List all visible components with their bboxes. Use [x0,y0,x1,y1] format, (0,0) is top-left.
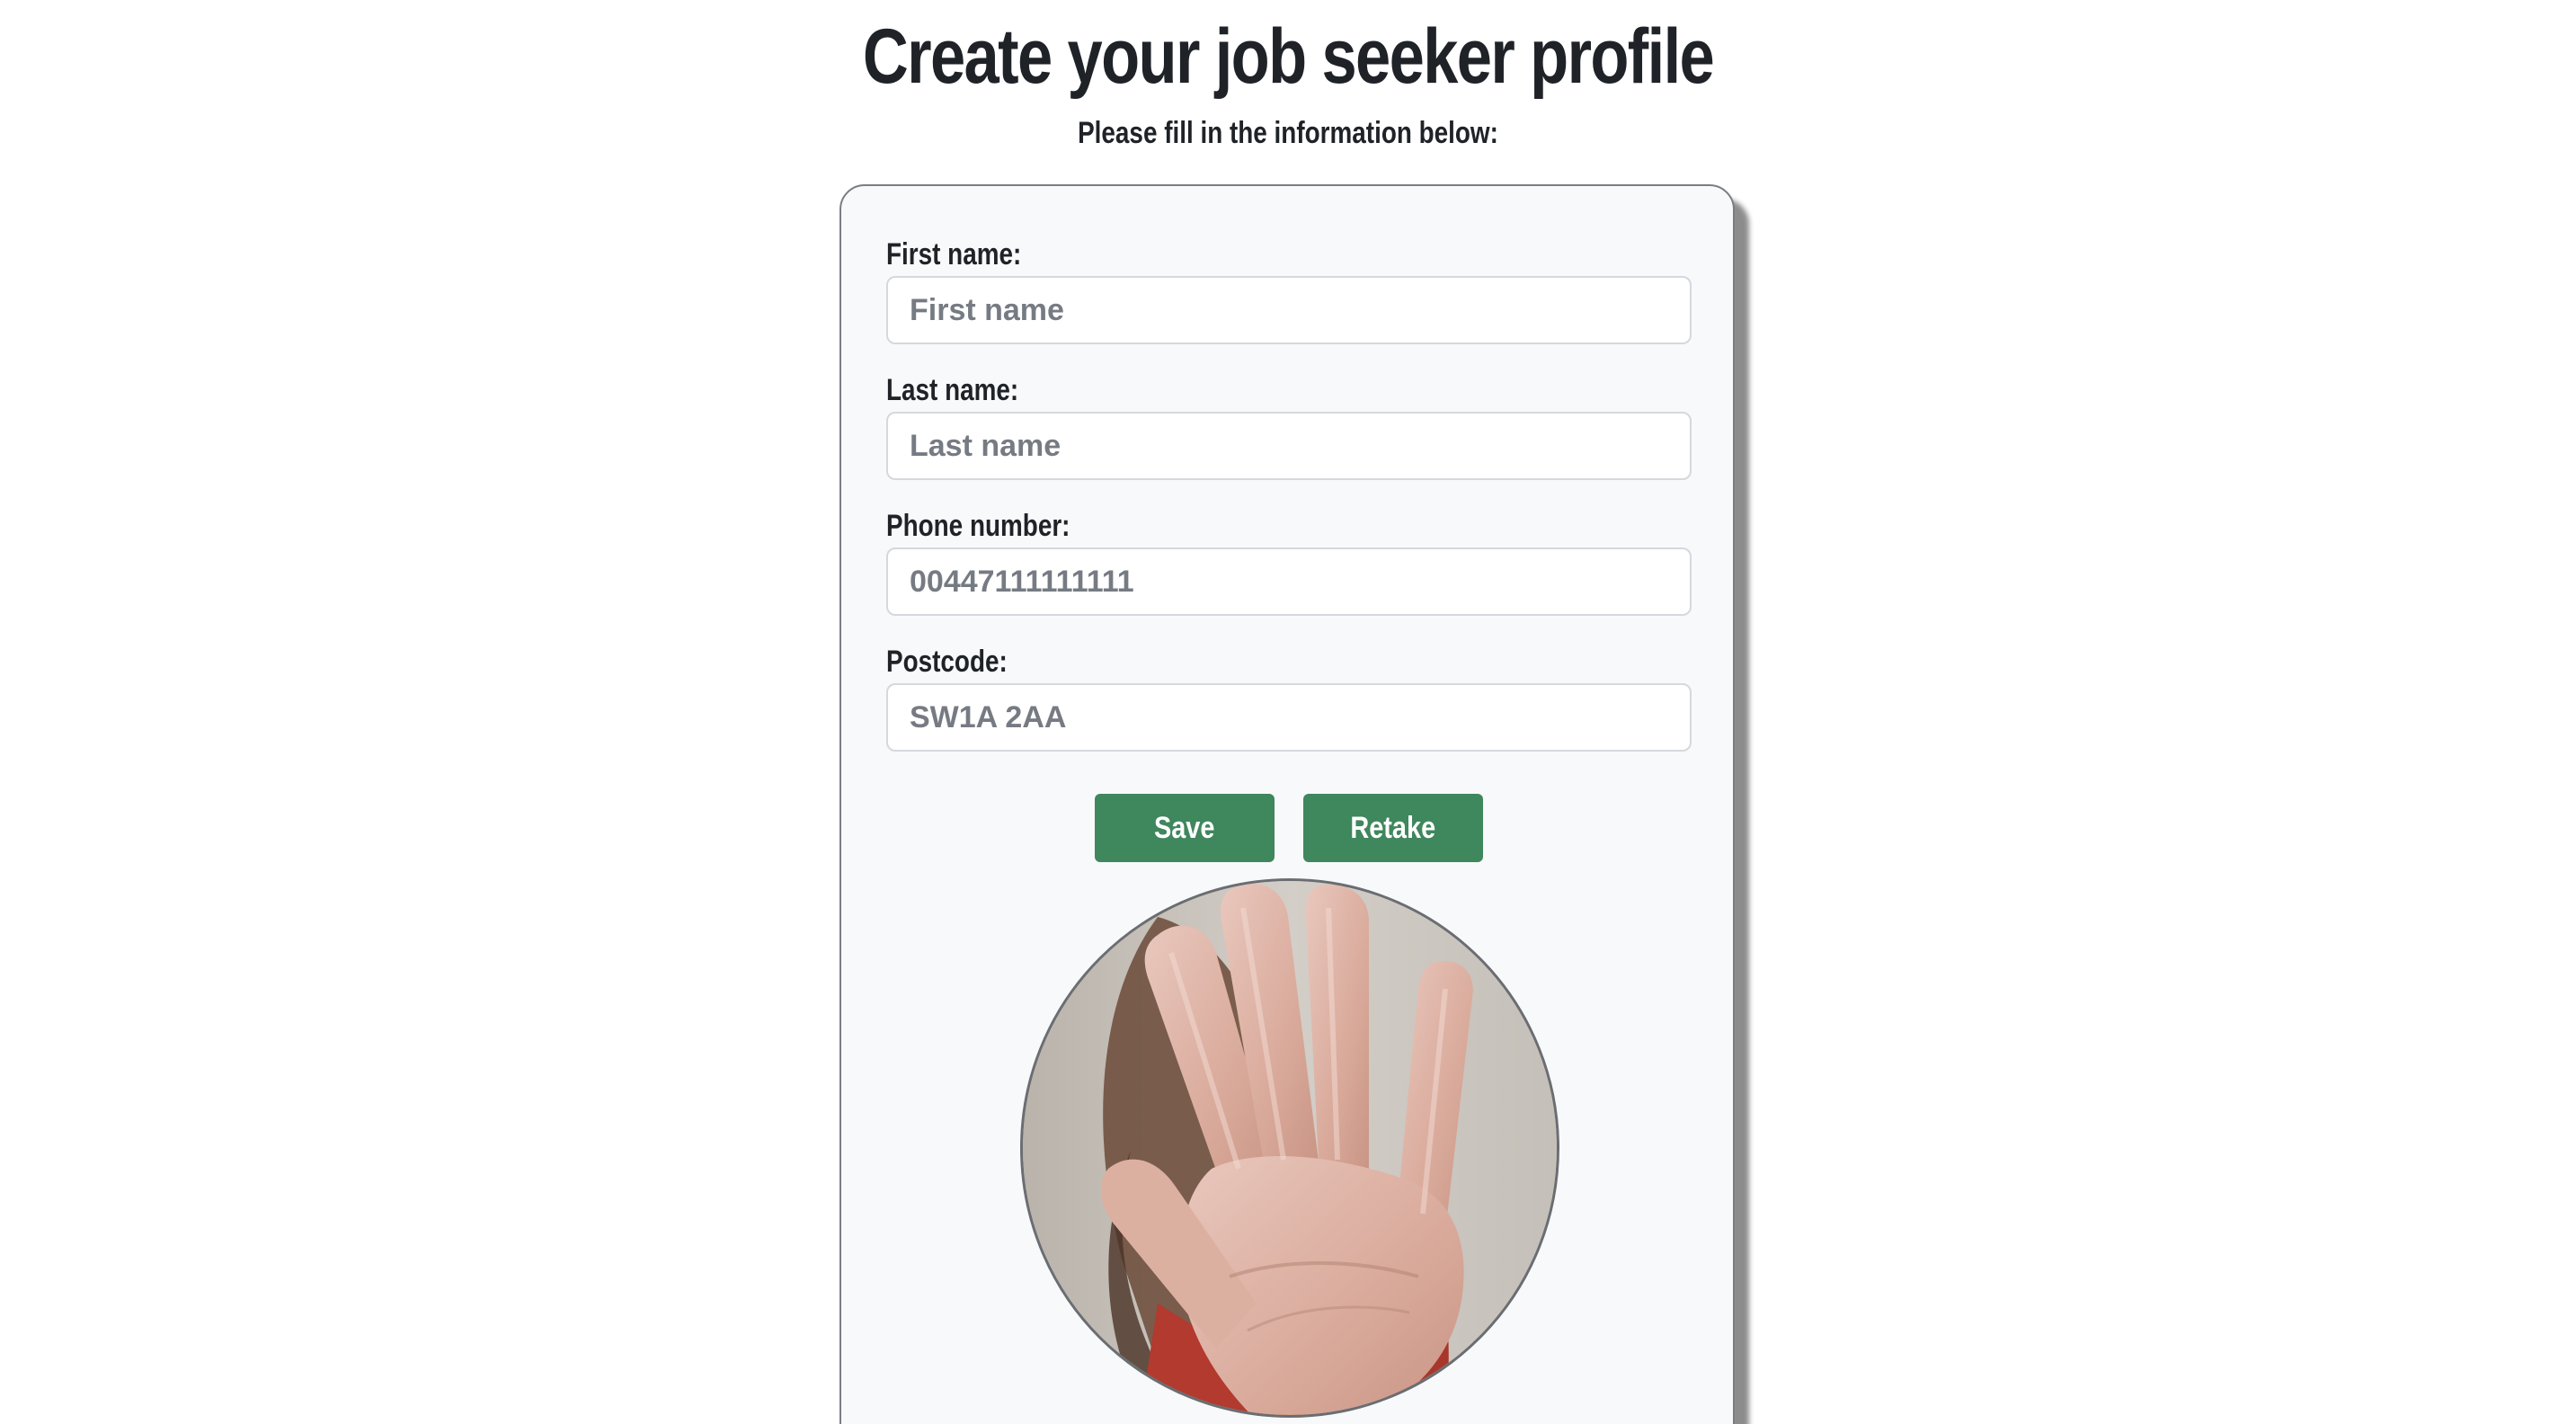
first-name-label: First name: [886,237,1022,271]
phone-number-input[interactable] [886,547,1692,616]
save-button[interactable]: Save [1095,794,1275,862]
save-button-label: Save [1154,810,1215,845]
page: Create your job seeker profile Please fi… [0,0,2576,1424]
retake-button-label: Retake [1350,810,1436,845]
retake-button[interactable]: Retake [1303,794,1483,862]
last-name-input[interactable] [886,412,1692,480]
captured-photo [1020,878,1559,1418]
page-subtitle: Please fill in the information below: [1078,116,1498,150]
postcode-label: Postcode: [886,645,1008,679]
profile-form-card: First name: Last name: Phone number: Pos… [839,184,1735,1424]
captured-photo-image [1023,881,1557,1415]
postcode-input[interactable] [886,683,1692,752]
last-name-label: Last name: [886,373,1019,407]
page-title: Create your job seeker profile [862,13,1715,100]
first-name-input[interactable] [886,276,1692,344]
phone-number-label: Phone number: [886,509,1070,543]
